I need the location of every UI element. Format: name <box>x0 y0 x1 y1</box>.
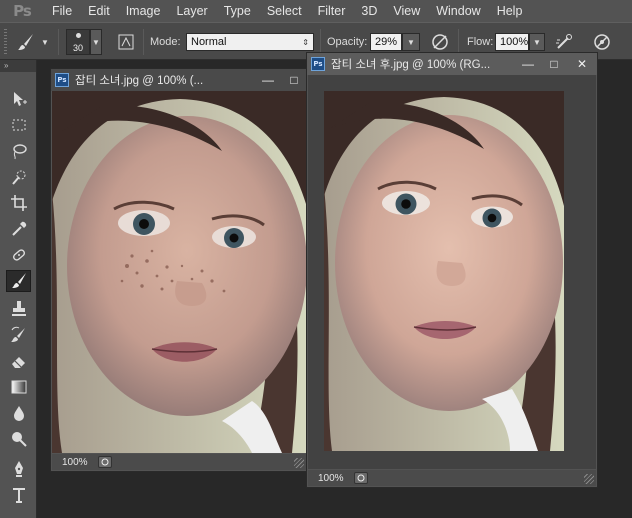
airbrush-icon[interactable] <box>552 30 576 54</box>
move-tool-icon[interactable] <box>6 88 31 110</box>
pressure-opacity-icon[interactable] <box>428 30 452 54</box>
clone-stamp-tool-icon[interactable] <box>6 298 31 320</box>
document-title: 잡티 소녀.jpg @ 100% (... <box>75 75 204 87</box>
brush-tool-icon[interactable] <box>6 270 31 292</box>
portrait-photo-before <box>52 91 306 453</box>
flow-dropdown[interactable]: ▼ <box>529 33 545 51</box>
menu-3d[interactable]: 3D <box>353 0 385 22</box>
portrait-photo-after <box>308 75 596 469</box>
pressure-size-icon[interactable] <box>590 30 614 54</box>
tools-panel: » <box>0 60 37 518</box>
resize-grip-icon[interactable] <box>294 458 304 468</box>
opacity-dropdown[interactable]: ▼ <box>402 33 420 51</box>
lasso-tool-icon[interactable] <box>6 140 31 162</box>
healing-brush-tool-icon[interactable] <box>6 244 31 266</box>
maximize-button[interactable]: □ <box>281 69 307 91</box>
tool-preset-brush-icon[interactable] <box>14 30 38 54</box>
tools-panel-collapse[interactable]: » <box>0 60 36 72</box>
document-title: 잡티 소녀 후.jpg @ 100% (RG... <box>331 59 491 71</box>
maximize-button[interactable]: □ <box>541 53 567 75</box>
history-brush-tool-icon[interactable] <box>6 324 31 346</box>
mode-select[interactable]: Normal ⇕ <box>186 33 314 51</box>
resize-grip-icon[interactable] <box>584 474 594 484</box>
flow-label: Flow: <box>467 36 494 48</box>
crop-tool-icon[interactable] <box>6 192 31 214</box>
menu-window[interactable]: Window <box>428 0 488 22</box>
menu-filter[interactable]: Filter <box>310 0 354 22</box>
menu-file[interactable]: File <box>44 0 80 22</box>
document-ps-icon: Ps <box>55 73 69 87</box>
close-button[interactable]: ✕ <box>567 53 597 75</box>
mode-spinner-icon: ⇕ <box>302 37 309 47</box>
minimize-button[interactable]: — <box>255 69 281 91</box>
opacity-input[interactable]: 29% <box>370 33 402 51</box>
photoshop-logo: Ps <box>13 2 32 20</box>
document-ps-icon: Ps <box>311 57 325 71</box>
menu-view[interactable]: View <box>385 0 428 22</box>
mode-label: Mode: <box>150 36 181 48</box>
document-titlebar[interactable]: Ps 잡티 소녀 후.jpg @ 100% (RG... — □ ✕ <box>307 53 597 75</box>
brush-panel-toggle-icon[interactable] <box>114 30 138 54</box>
status-info-icon[interactable] <box>354 472 368 484</box>
options-grip[interactable] <box>4 23 7 61</box>
mode-value: Normal <box>191 36 227 48</box>
blur-tool-icon[interactable] <box>6 402 31 424</box>
gradient-tool-icon[interactable] <box>6 376 31 398</box>
document-window-after[interactable]: Ps 잡티 소녀 후.jpg @ 100% (RG... — □ ✕ 100% <box>306 52 598 488</box>
menu-bar: Ps File Edit Image Layer Type Select Fil… <box>0 0 632 22</box>
document-status-bar: 100% <box>52 454 306 470</box>
menu-edit[interactable]: Edit <box>80 0 118 22</box>
pen-tool-icon[interactable] <box>6 458 31 480</box>
flow-input[interactable]: 100% <box>495 33 529 51</box>
zoom-level[interactable]: 100% <box>318 473 354 484</box>
marquee-tool-icon[interactable] <box>6 114 31 136</box>
minimize-button[interactable]: — <box>515 53 541 75</box>
opacity-label: Opacity: <box>327 36 368 48</box>
canvas-area[interactable] <box>52 91 306 453</box>
canvas-area[interactable] <box>308 75 596 469</box>
menu-help[interactable]: Help <box>489 0 531 22</box>
menu-select[interactable]: Select <box>259 0 310 22</box>
quick-select-tool-icon[interactable] <box>6 166 31 188</box>
brush-size-value: 30 <box>72 43 83 53</box>
document-window-before[interactable]: Ps 잡티 소녀.jpg @ 100% (... — □ 100% <box>50 68 308 472</box>
tool-preset-dropdown[interactable]: ▼ <box>38 33 52 51</box>
document-titlebar[interactable]: Ps 잡티 소녀.jpg @ 100% (... — □ <box>51 69 307 91</box>
brush-size-preview[interactable]: 30 <box>66 29 90 55</box>
menu-layer[interactable]: Layer <box>168 0 215 22</box>
eraser-tool-icon[interactable] <box>6 350 31 372</box>
menu-type[interactable]: Type <box>216 0 259 22</box>
dodge-tool-icon[interactable] <box>6 428 31 450</box>
zoom-level[interactable]: 100% <box>62 457 98 468</box>
brush-picker-dropdown[interactable]: ▼ <box>90 29 102 55</box>
menu-image[interactable]: Image <box>118 0 169 22</box>
type-tool-icon[interactable] <box>6 484 31 506</box>
status-info-icon[interactable] <box>98 456 112 468</box>
document-status-bar: 100% <box>308 470 596 486</box>
eyedropper-tool-icon[interactable] <box>6 218 31 240</box>
